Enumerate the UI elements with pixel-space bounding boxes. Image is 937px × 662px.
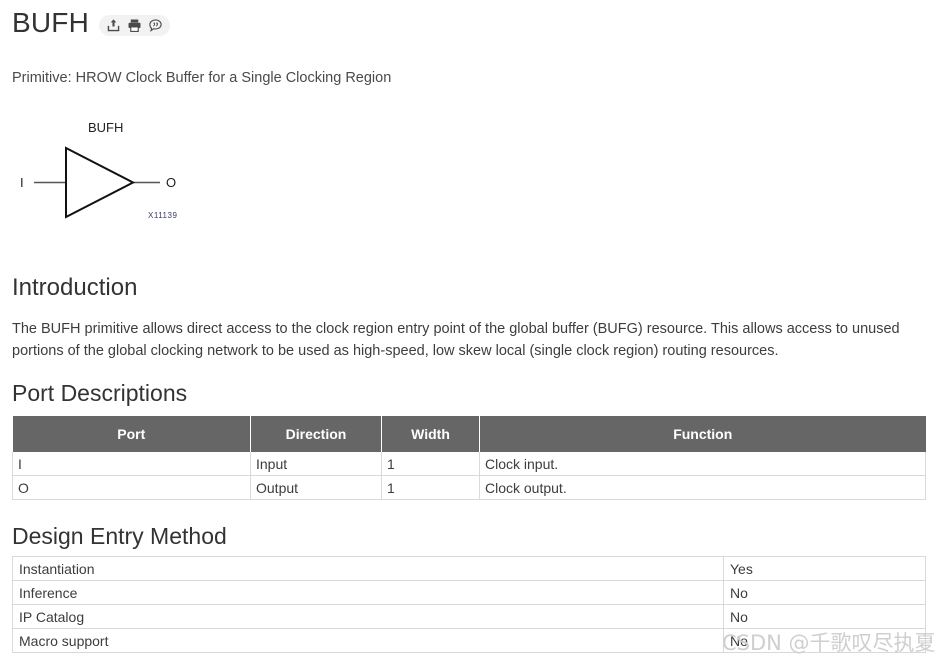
table-row: O Output 1 Clock output.	[12, 475, 926, 500]
design-entry-method-table: Instantiation Yes Inference No IP Catalo…	[12, 556, 926, 653]
cell-supported: No	[723, 580, 926, 605]
cell-port: O	[12, 475, 251, 500]
feedback-icon[interactable]	[148, 18, 163, 33]
cell-method: Instantiation	[12, 556, 724, 581]
cell-function: Clock input.	[479, 452, 926, 476]
cell-method: Inference	[12, 580, 724, 605]
cell-supported: No	[723, 628, 926, 653]
column-header-direction: Direction	[250, 416, 382, 452]
cell-port: I	[12, 452, 251, 476]
document-page: BUFH Primitive: HROW Clock Buffer for a …	[0, 0, 937, 662]
heading-port-descriptions: Port Descriptions	[12, 380, 188, 406]
document-actions-toolbar	[99, 14, 171, 36]
table-row: Instantiation Yes	[12, 556, 926, 581]
cell-width: 1	[381, 475, 480, 500]
cell-direction: Input	[250, 452, 382, 476]
introduction-paragraph: The BUFH primitive allows direct access …	[12, 321, 900, 359]
table-row: IP Catalog No	[12, 604, 926, 629]
column-header-width: Width	[381, 416, 480, 452]
cell-supported: No	[723, 604, 926, 629]
cell-function: Clock output.	[479, 475, 926, 500]
heading-introduction: Introduction	[12, 274, 138, 301]
bufh-symbol-figure: BUFH I O X11139	[8, 110, 238, 235]
svg-text:O: O	[166, 175, 176, 190]
column-header-function: Function	[479, 416, 926, 452]
svg-text:BUFH: BUFH	[88, 120, 123, 135]
cell-method: IP Catalog	[12, 604, 724, 629]
table-row: I Input 1 Clock input.	[12, 452, 926, 476]
column-header-port: Port	[12, 416, 251, 452]
page-title: BUFH	[12, 7, 90, 38]
table-row: Inference No	[12, 580, 926, 605]
share-icon[interactable]	[106, 18, 121, 33]
svg-text:I: I	[20, 175, 24, 190]
print-icon[interactable]	[127, 18, 142, 33]
cell-supported: Yes	[723, 556, 926, 581]
table-row: Macro support No	[12, 628, 926, 653]
port-descriptions-table: Port Direction Width Function I Input 1 …	[12, 416, 926, 500]
svg-text:X11139: X11139	[148, 211, 177, 220]
heading-design-entry-method: Design Entry Method	[12, 523, 227, 549]
cell-method: Macro support	[12, 628, 724, 653]
primitive-subtitle: Primitive: HROW Clock Buffer for a Singl…	[12, 70, 392, 86]
title-row: BUFH	[12, 6, 171, 40]
cell-direction: Output	[250, 475, 382, 500]
table-header-row: Port Direction Width Function	[12, 416, 926, 452]
cell-width: 1	[381, 452, 480, 476]
